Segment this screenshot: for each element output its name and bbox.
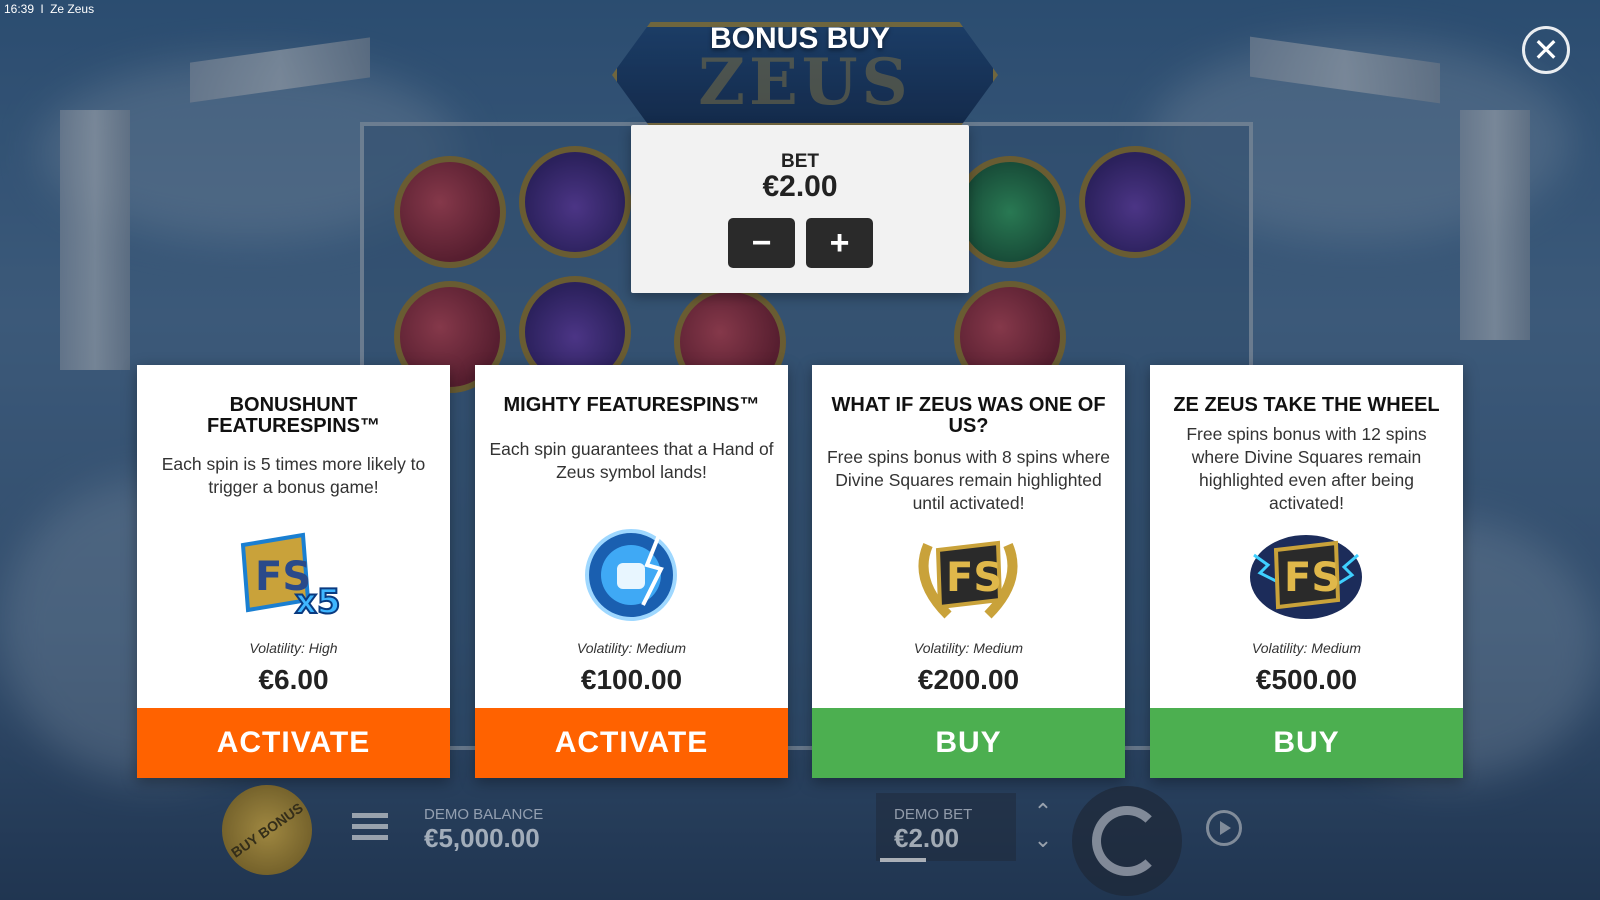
svg-text:FS: FS: [946, 555, 1002, 601]
status-time: 16:39: [4, 2, 35, 16]
card-price: €500.00: [1255, 664, 1358, 695]
buy-button[interactable]: BUY: [1150, 708, 1463, 778]
bonus-card-bonushunt: BONUSHUNT FEATURESPINS™ Each spin is 5 t…: [137, 365, 450, 778]
autoplay-button[interactable]: [1206, 810, 1242, 846]
card-title: BONUSHUNT FEATURESPINS™: [207, 394, 380, 437]
close-icon: ✕: [1532, 32, 1560, 68]
chevron-down-icon[interactable]: ⌄: [1028, 826, 1058, 854]
card-description: Each spin guarantees that a Hand of Zeus…: [489, 439, 774, 482]
card-description: Free spins bonus with 12 spins where Div…: [1186, 424, 1427, 513]
activate-button[interactable]: ACTIVATE: [475, 708, 788, 778]
bet-adjust-arrows[interactable]: ⌃ ⌄: [1028, 798, 1058, 858]
spin-icon: [1092, 806, 1162, 876]
chevron-up-icon[interactable]: ⌃: [1028, 798, 1058, 826]
card-volatility: Volatility: High: [249, 640, 338, 656]
bet-increase-button[interactable]: +: [806, 218, 873, 268]
plus-icon: +: [829, 223, 850, 262]
card-price: €100.00: [580, 664, 683, 695]
fs-storm-icon: FS: [1250, 525, 1362, 625]
fs-x5-icon: FS x5: [240, 525, 343, 625]
fs-laurel-icon: FS: [918, 525, 1018, 625]
close-button[interactable]: ✕: [1522, 26, 1570, 74]
demo-bet-label: DEMO BET: [894, 806, 973, 823]
card-volatility: Volatility: Medium: [1251, 640, 1362, 656]
card-title: ZE ZEUS TAKE THE WHEEL: [1173, 394, 1440, 416]
status-bar: 16:39 I Ze Zeus: [4, 2, 95, 16]
card-title: WHAT IF ZEUS WAS ONE OF US?: [831, 394, 1106, 437]
card-price: €6.00: [258, 664, 329, 695]
menu-icon[interactable]: [352, 813, 388, 843]
bonus-card-mighty: MIGHTY FEATURESPINS™ Each spin guarantee…: [475, 365, 788, 778]
bonus-card-take-the-wheel: ZE ZEUS TAKE THE WHEEL Free spins bonus …: [1150, 365, 1463, 778]
card-description: Free spins bonus with 8 spins where Divi…: [826, 447, 1111, 513]
card-description: Each spin is 5 times more likely to trig…: [161, 454, 426, 497]
svg-text:x5: x5: [295, 582, 341, 622]
activate-button[interactable]: ACTIVATE: [137, 708, 450, 778]
minus-icon: −: [751, 223, 772, 262]
demo-bet-value: €2.00: [894, 823, 960, 853]
bet-decrease-button[interactable]: −: [728, 218, 795, 268]
dialog-title: BONUS BUY: [709, 22, 890, 55]
card-title: MIGHTY FEATURESPINS™: [503, 394, 760, 416]
spin-button[interactable]: [1072, 786, 1182, 896]
demo-balance-label: DEMO BALANCE: [424, 806, 544, 823]
card-volatility: Volatility: Medium: [913, 640, 1024, 656]
bonus-card-what-if-zeus: WHAT IF ZEUS WAS ONE OF US? Free spins b…: [812, 365, 1125, 778]
hand-of-zeus-icon: [581, 525, 681, 625]
card-price: €200.00: [917, 664, 1020, 695]
demo-balance-value: €5,000.00: [424, 823, 540, 853]
bet-value: €2.00: [762, 170, 838, 203]
card-volatility: Volatility: Medium: [576, 640, 687, 656]
bet-panel: BET €2.00 − +: [631, 125, 969, 293]
svg-text:FS: FS: [1284, 555, 1340, 601]
buy-button[interactable]: BUY: [812, 708, 1125, 778]
status-app-title: Ze Zeus: [50, 2, 95, 16]
demo-bet-underline: [880, 858, 926, 862]
